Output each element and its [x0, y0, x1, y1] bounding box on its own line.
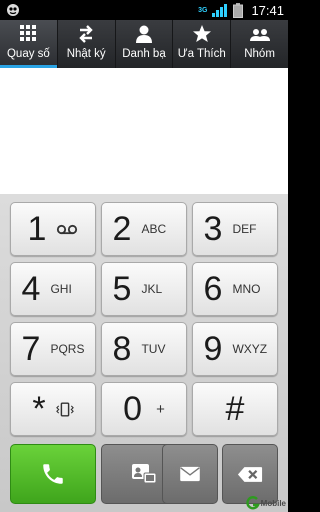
contacts-icon	[135, 25, 152, 43]
call-log-icon	[79, 25, 93, 43]
key-4[interactable]: 4 GHI	[10, 262, 96, 316]
status-bar: 3G 17:41	[0, 0, 288, 20]
key-6[interactable]: 6 MNO	[192, 262, 278, 316]
call-icon	[43, 464, 63, 484]
key-letters: ABC	[141, 222, 167, 236]
key-digit: 9	[203, 330, 223, 368]
voicemail-icon	[57, 224, 78, 234]
tab-label: Ưa Thích	[177, 48, 226, 60]
key-digit: 0	[123, 390, 143, 428]
watermark-g-icon	[245, 496, 260, 510]
tab-groups[interactable]: Nhóm	[231, 20, 288, 68]
tab-favorites[interactable]: Ưa Thích	[173, 20, 232, 68]
backspace-icon	[237, 466, 263, 482]
key-hash[interactable]: #	[192, 382, 278, 436]
key-1[interactable]: 1	[10, 202, 96, 256]
dialpad-icon	[20, 25, 37, 41]
number-display[interactable]	[0, 68, 288, 194]
vibrate-icon	[55, 401, 74, 417]
message-button[interactable]	[162, 444, 218, 504]
backspace-button[interactable]	[222, 444, 278, 504]
key-star[interactable]: *	[10, 382, 96, 436]
key-digit: 2	[112, 210, 132, 248]
key-digit: 7	[21, 330, 41, 368]
key-letters: JKL	[141, 282, 163, 296]
message-icon	[180, 466, 200, 482]
key-letters: MNO	[232, 282, 261, 296]
key-digit: 6	[203, 270, 223, 308]
key-letters: GHI	[50, 282, 72, 296]
tab-call-log[interactable]: Nhật ký	[58, 20, 116, 68]
key-digit: 8	[112, 330, 132, 368]
tab-label: Quay số	[6, 48, 50, 60]
key-letters: PQRS	[50, 342, 85, 356]
tab-contacts[interactable]: Danh bạ	[116, 20, 174, 68]
key-digit: 1	[27, 210, 47, 248]
battery-icon	[233, 2, 244, 18]
key-2[interactable]: 2 ABC	[101, 202, 187, 256]
key-8[interactable]: 8 TUV	[101, 322, 187, 376]
key-digit: 5	[112, 270, 132, 308]
key-0[interactable]: 0 +	[101, 382, 187, 436]
key-digit: #	[225, 390, 245, 428]
watermark-logo: Mobile	[245, 496, 286, 510]
call-button[interactable]	[10, 444, 96, 504]
key-9[interactable]: 9 WXYZ	[192, 322, 278, 376]
notification-icon	[7, 4, 19, 16]
tab-bar: Quay số Nhật ký Danh bạ Ưa Thích Nhóm	[0, 20, 288, 68]
clock: 17:41	[251, 2, 284, 18]
key-letters: WXYZ	[232, 342, 268, 356]
tab-dialer[interactable]: Quay số	[0, 20, 58, 68]
key-3[interactable]: 3 DEF	[192, 202, 278, 256]
signal-icon	[212, 4, 228, 17]
key-letters: DEF	[232, 222, 257, 236]
tab-label: Nhật ký	[66, 48, 106, 60]
key-letters: TUV	[141, 342, 166, 356]
video-call-icon	[132, 464, 157, 484]
tab-label: Nhóm	[244, 48, 275, 60]
key-digit: *	[32, 390, 46, 428]
network-type: 3G	[198, 6, 208, 14]
key-digit: 4	[21, 270, 41, 308]
dialpad: 1 2 ABC 3 DEF 4 GHI 5 JKL 6 MNO 7 PQRS 8…	[0, 194, 288, 512]
tab-label: Danh bạ	[122, 48, 166, 60]
groups-icon	[249, 29, 270, 41]
key-5[interactable]: 5 JKL	[101, 262, 187, 316]
key-7[interactable]: 7 PQRS	[10, 322, 96, 376]
key-digit: 3	[203, 210, 223, 248]
star-icon	[192, 25, 211, 42]
key-plus: +	[156, 400, 165, 418]
watermark-text: Mobile	[260, 498, 286, 508]
